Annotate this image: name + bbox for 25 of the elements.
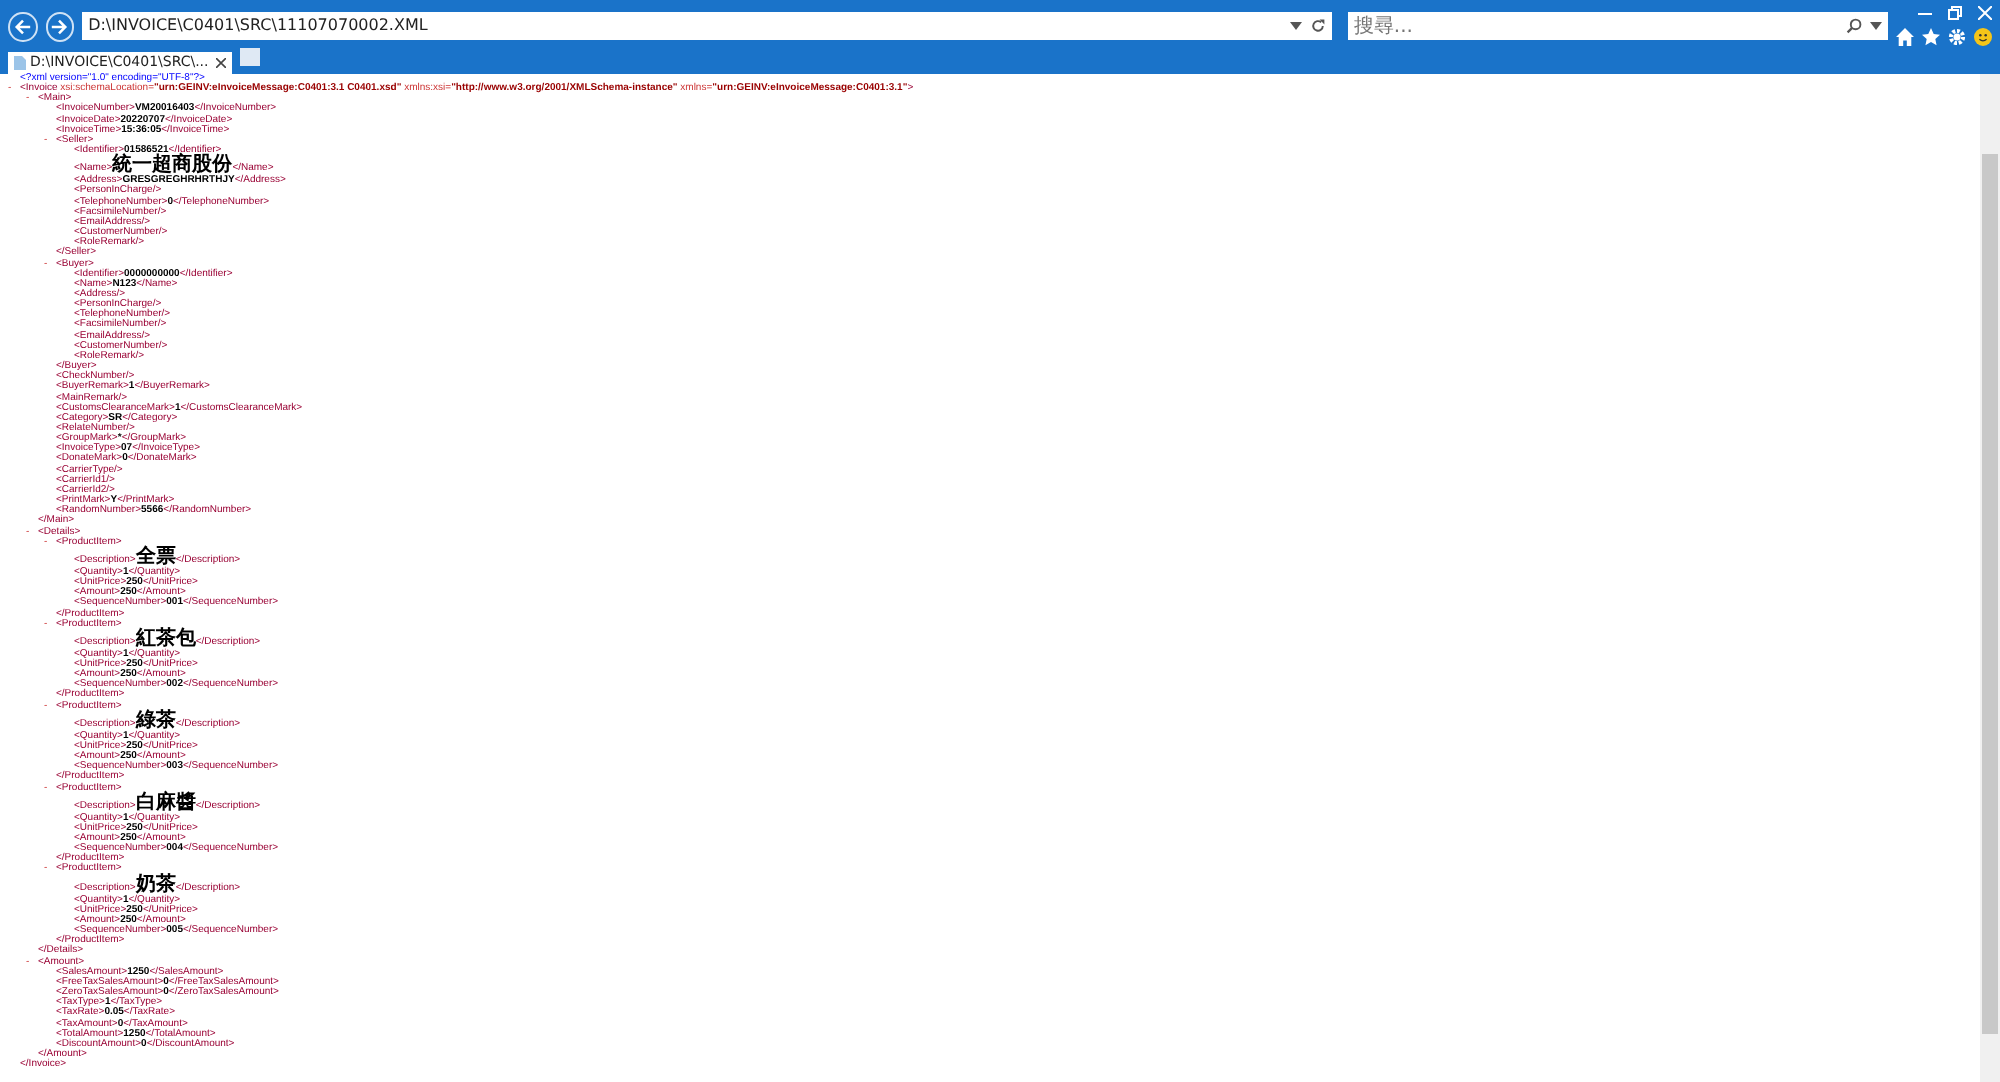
scrollbar-thumb[interactable] <box>1982 154 1998 1034</box>
document-icon <box>14 56 26 70</box>
close-icon[interactable] <box>216 58 226 68</box>
xml-value: 全票 <box>135 545 176 568</box>
xml-value: 綠茶 <box>135 709 176 732</box>
home-icon[interactable] <box>1896 28 1914 46</box>
search-icon[interactable] <box>1846 18 1862 34</box>
refresh-icon[interactable] <box>1309 18 1326 34</box>
back-button[interactable] <box>8 11 38 41</box>
dropdown-icon[interactable] <box>1289 22 1302 30</box>
xml-value: 白麻醬 <box>135 791 196 814</box>
xml-value: 紅茶包 <box>135 627 196 650</box>
xml-value: 奶茶 <box>135 873 176 896</box>
star-icon[interactable] <box>1922 28 1940 46</box>
smiley-icon[interactable] <box>1974 28 1992 46</box>
arrow-right-icon <box>50 17 69 35</box>
restore-icon[interactable] <box>1948 6 1962 20</box>
address-field[interactable]: D:\INVOICE\C0401\SRC\11107070002.XML <box>88 14 1290 38</box>
address-bar[interactable]: D:\INVOICE\C0401\SRC\11107070002.XML <box>82 12 1332 40</box>
scrollbar[interactable] <box>1980 74 2000 1082</box>
settings-icon[interactable] <box>1948 28 1966 46</box>
forward-button[interactable] <box>45 11 75 41</box>
xml-value: 統一超商股份 <box>112 154 233 177</box>
dropdown-icon[interactable] <box>1870 22 1882 30</box>
arrow-left-icon <box>13 17 32 35</box>
